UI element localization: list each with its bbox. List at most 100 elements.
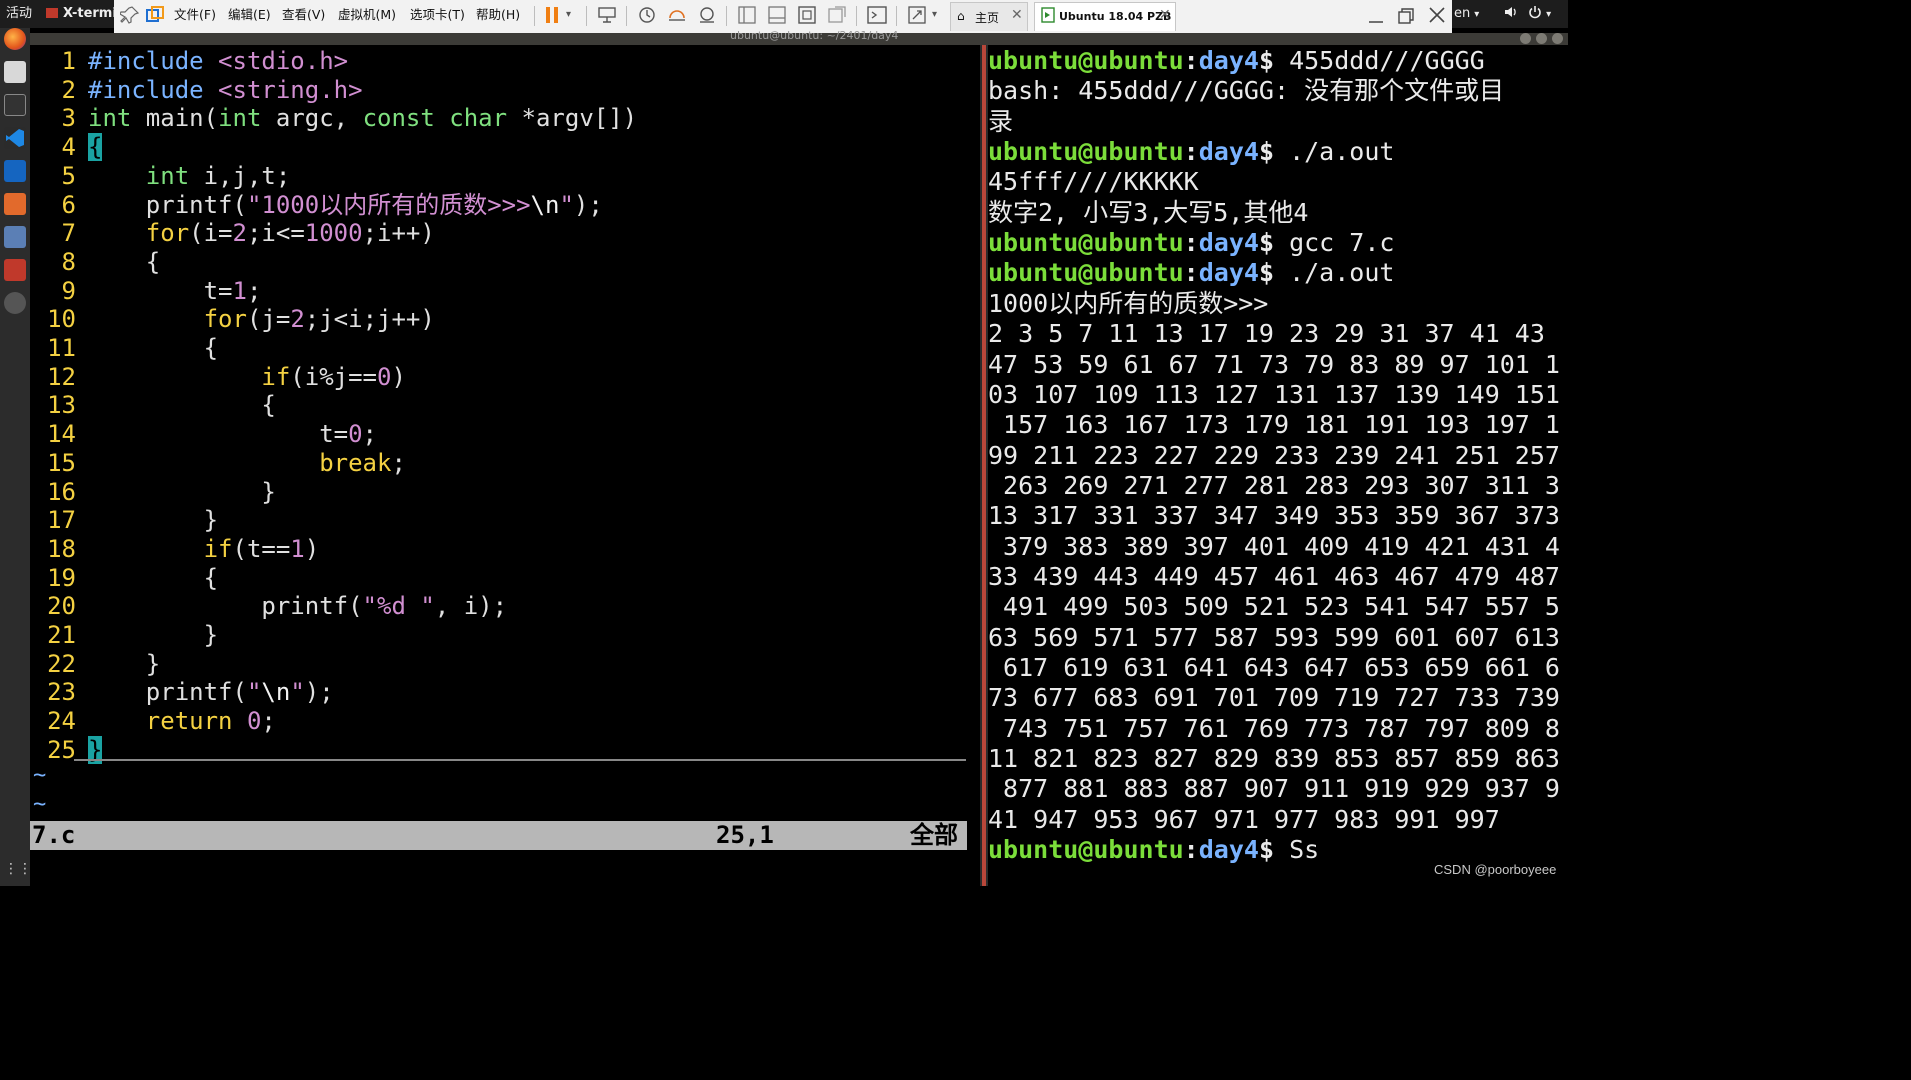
menu-help[interactable]: 帮助(H) [476, 0, 520, 30]
code-token: (t== [232, 534, 291, 563]
home-icon: ⌂ [957, 9, 965, 23]
tab-home[interactable]: ⌂ 主页 ✕ [950, 2, 1028, 31]
terminal-output-line: 379 383 389 397 401 409 419 421 431 4 [988, 532, 1560, 562]
send-ctrl-alt-del-icon[interactable] [596, 4, 618, 26]
close-window-icon[interactable] [1426, 4, 1448, 26]
firefox-icon[interactable] [4, 28, 26, 50]
speaker-icon[interactable] [1504, 0, 1518, 28]
terminal-output-line: 63 569 571 577 587 593 599 601 607 613 [988, 623, 1560, 653]
language-indicator[interactable]: en ▾ [1454, 0, 1479, 28]
chevron-down-icon[interactable]: ▾ [932, 0, 937, 30]
code-token: 1 [290, 534, 305, 563]
code-token: , i); [434, 592, 508, 621]
output-text: 63 569 571 577 587 593 599 601 607 613 [988, 622, 1560, 652]
line-number: 24 [47, 707, 76, 736]
app-grid-icon[interactable]: ⋮⋮ [4, 858, 32, 880]
code-token: printf( [88, 678, 247, 707]
close-icon[interactable]: ✕ [1159, 7, 1171, 23]
code-text: } [88, 621, 218, 649]
close-icon[interactable] [1552, 33, 1563, 44]
code-token: 2 [232, 219, 247, 248]
software-center-icon[interactable] [4, 193, 26, 215]
console-view-icon[interactable] [866, 4, 888, 26]
code-text: { [88, 564, 218, 592]
pause-icon[interactable] [542, 4, 564, 26]
code-text: int i,j,t; [88, 162, 291, 190]
sidebar-toggle-icon[interactable] [736, 4, 758, 26]
tab-ubuntu-vm[interactable]: Ubuntu 18.04 PZB ✕ [1034, 2, 1176, 31]
code-token: (i%j== [290, 362, 377, 391]
files-icon[interactable] [4, 61, 26, 83]
code-text: printf("%d ", i); [88, 592, 507, 620]
code-token: ) [391, 362, 406, 391]
code-token: 2 [290, 305, 305, 334]
menu-tabs[interactable]: 选项卡(T) [410, 0, 465, 30]
power-icon[interactable]: ▾ [1528, 0, 1551, 28]
code-text: t=1; [88, 277, 262, 305]
vim-status-line: 7.c 25,1 全部 [30, 821, 967, 850]
pane-divider[interactable] [980, 45, 988, 886]
thumbnail-bar-icon[interactable] [766, 4, 788, 26]
menu-view[interactable]: 查看(V) [282, 0, 325, 30]
code-token: { [88, 563, 219, 592]
snapshot-manager-icon[interactable] [696, 4, 718, 26]
maximize-icon[interactable] [1536, 33, 1547, 44]
snapshot-icon[interactable] [636, 4, 658, 26]
code-token: "1000以内所有的质数>>> [246, 190, 531, 219]
terminal-output-line: 617 619 631 641 643 647 653 659 661 6 [988, 653, 1560, 683]
terminal-icon[interactable] [4, 94, 26, 116]
status-scroll-indicator: 全部 [910, 821, 958, 849]
output-text: 录 [988, 106, 1014, 136]
prompt-symbol: $ [1258, 137, 1290, 167]
minimize-icon[interactable] [1366, 6, 1388, 28]
vscode-icon[interactable] [4, 127, 26, 149]
code-token: { [88, 391, 276, 420]
prompt-directory: day4 [1198, 46, 1259, 75]
code-token: } [88, 649, 161, 678]
vnc-viewer-icon[interactable] [4, 160, 26, 182]
code-token: int [88, 104, 132, 133]
xterm-app-icon [46, 8, 58, 18]
prompt-symbol: $ [1258, 835, 1290, 865]
code-token: ;j<i;j++) [304, 305, 435, 334]
update-icon[interactable] [4, 292, 26, 314]
full-screen-icon[interactable] [796, 4, 818, 26]
tab-home-label: 主页 [975, 11, 1000, 25]
output-text: bash: 455ddd///GGGG: 没有那个文件或目 [988, 76, 1505, 106]
output-text: 2 3 5 7 11 13 17 19 23 29 31 37 41 43 [988, 319, 1545, 349]
restore-icon[interactable] [1396, 6, 1418, 28]
code-token: const [362, 104, 435, 133]
close-icon[interactable]: ✕ [1011, 7, 1023, 23]
output-text: 379 383 389 397 401 409 419 421 431 4 [988, 531, 1560, 561]
line-number: 10 [47, 305, 76, 334]
stretch-guest-icon[interactable] [906, 4, 928, 26]
code-token: <stdio.h> [218, 47, 349, 75]
code-token: " [290, 678, 305, 707]
output-text: 263 269 271 277 281 283 293 307 311 3 [988, 470, 1560, 500]
prompt-colon: : [1183, 46, 1199, 75]
prompt-directory: day4 [1198, 835, 1259, 865]
prompt-user: ubuntu@ubuntu [988, 137, 1184, 167]
line-number: 17 [47, 506, 76, 535]
chevron-down-icon[interactable]: ▾ [566, 0, 571, 30]
network-tool-icon[interactable] [4, 226, 26, 248]
ubuntu-dock: ⋮⋮ [0, 28, 32, 886]
code-text: for(j=2;j<i;j++) [88, 305, 435, 333]
watermark: CSDN @poorboyeee [1434, 862, 1557, 877]
menu-edit[interactable]: 编辑(E) [228, 0, 271, 30]
terminal-output-line: 877 881 883 887 907 911 919 929 937 9 [988, 774, 1560, 804]
menu-file[interactable]: 文件(F) [174, 0, 216, 30]
activities-button[interactable]: 活动 [6, 0, 32, 28]
pin-icon[interactable] [119, 5, 142, 27]
minimize-icon[interactable] [1520, 33, 1531, 44]
prompt-symbol: $ [1258, 258, 1290, 288]
prompt-colon: : [1183, 137, 1199, 167]
revert-snapshot-icon[interactable] [666, 4, 688, 26]
xterm-icon[interactable] [4, 259, 26, 281]
terminal-output-line: 41 947 953 967 971 977 983 991 997 [988, 805, 1500, 835]
vim-cursor: { [88, 133, 103, 162]
unity-mode-icon[interactable] [826, 4, 848, 26]
terminal-pane[interactable]: ubuntu@ubuntu:day4$ 455ddd///GGGG bash: 4… [988, 45, 1568, 886]
menu-vm[interactable]: 虚拟机(M) [338, 0, 396, 30]
